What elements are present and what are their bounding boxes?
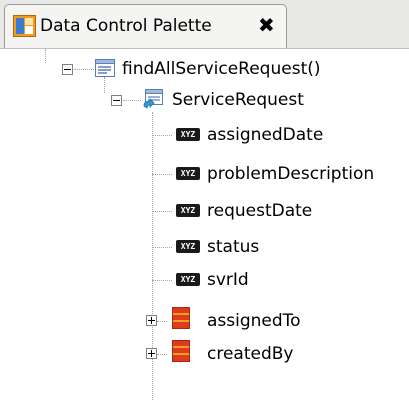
tree-guide bbox=[152, 247, 172, 248]
tree-node-attribute[interactable]: status bbox=[207, 237, 259, 257]
accessor-icon bbox=[172, 340, 190, 362]
tree-guide bbox=[74, 69, 94, 70]
attribute-icon: XYZ bbox=[176, 204, 200, 217]
tree-node-collection[interactable]: ServiceRequest bbox=[172, 90, 304, 110]
close-icon[interactable]: ✖ bbox=[258, 14, 275, 36]
tree-guide bbox=[104, 77, 105, 93]
collapse-toggle[interactable] bbox=[62, 64, 73, 75]
expand-toggle[interactable] bbox=[146, 315, 157, 326]
collection-icon bbox=[143, 89, 163, 109]
data-control-tree: findAllServiceRequest() ServiceRequest X… bbox=[0, 49, 409, 400]
tree-guide bbox=[123, 100, 141, 101]
tree-node-attribute[interactable]: assignedDate bbox=[207, 125, 323, 145]
tree-node-attribute[interactable]: svrId bbox=[207, 270, 249, 290]
accessor-icon bbox=[172, 307, 190, 329]
tree-node-method[interactable]: findAllServiceRequest() bbox=[122, 59, 321, 79]
collapse-toggle[interactable] bbox=[111, 95, 122, 106]
tree-guide bbox=[157, 354, 167, 355]
tree-node-attribute[interactable]: requestDate bbox=[207, 201, 312, 221]
tree-guide bbox=[152, 174, 172, 175]
tree-node-accessor[interactable]: createdBy bbox=[207, 344, 293, 364]
tab-title: Data Control Palette bbox=[40, 16, 212, 36]
tree-guide bbox=[152, 211, 172, 212]
expand-toggle[interactable] bbox=[146, 348, 157, 359]
method-icon bbox=[95, 59, 115, 77]
tree-guide bbox=[45, 49, 46, 63]
tree-guide bbox=[152, 135, 172, 136]
tab-data-control-palette[interactable]: Data Control Palette ✖ bbox=[4, 4, 287, 48]
attribute-icon: XYZ bbox=[176, 273, 200, 286]
attribute-icon: XYZ bbox=[176, 167, 200, 180]
tree-guide bbox=[157, 321, 167, 322]
tab-bar: Data Control Palette ✖ bbox=[0, 0, 409, 49]
tree-guide bbox=[152, 280, 172, 281]
tree-node-accessor[interactable]: assignedTo bbox=[207, 311, 301, 331]
attribute-icon: XYZ bbox=[176, 128, 200, 141]
tree-node-attribute[interactable]: problemDescription bbox=[207, 164, 374, 184]
attribute-icon: XYZ bbox=[176, 240, 200, 253]
palette-icon bbox=[13, 15, 36, 37]
